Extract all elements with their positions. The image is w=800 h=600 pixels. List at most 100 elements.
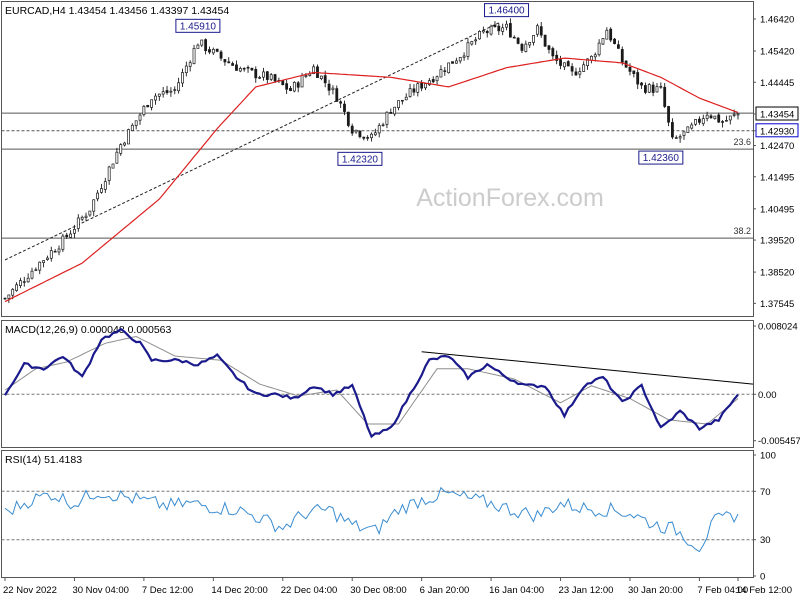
candle-body [377, 125, 381, 134]
candle [254, 66, 258, 83]
candle [96, 190, 99, 202]
x-tick-label: 23 Jan 12:00 [559, 585, 614, 596]
moving-average-line [4, 57, 739, 303]
candle-body [659, 86, 663, 88]
candle-body [690, 124, 694, 129]
candle [69, 230, 72, 239]
y-tick-label: 0.008024 [758, 322, 798, 333]
candle-body [192, 48, 196, 64]
candle [265, 71, 269, 84]
candle [501, 23, 505, 36]
candle [188, 60, 192, 72]
candle [154, 93, 157, 105]
candle-body [92, 199, 96, 212]
candle-body [57, 248, 61, 253]
watermark: ActionForex.com [416, 184, 604, 212]
candle [38, 261, 42, 275]
candle-body [200, 39, 204, 46]
candle [100, 183, 103, 194]
annotation-label: 1.45910 [180, 21, 217, 32]
candle-body [393, 106, 397, 115]
candle-body [412, 88, 416, 93]
candle [690, 122, 694, 130]
price-annotation: 1.42360 [638, 150, 684, 165]
candle [458, 56, 462, 64]
candle [447, 62, 451, 74]
candle-body [250, 67, 254, 71]
candle-body [439, 69, 443, 78]
candle-body [76, 217, 80, 229]
candle [609, 27, 613, 43]
candle [566, 60, 570, 67]
candle-body [339, 101, 343, 104]
candle-body [489, 25, 493, 35]
price-title: EURCAD,H4 1.43454 1.43456 1.43397 1.4345… [5, 5, 229, 17]
candle [655, 83, 659, 93]
macd-line [4, 327, 739, 439]
candle-body [566, 61, 570, 67]
candle-body [46, 257, 49, 260]
candle-body [196, 44, 200, 49]
candle-body [150, 99, 154, 108]
candle [88, 210, 92, 217]
candle-body [3, 297, 7, 300]
candle [250, 67, 254, 72]
candle-body [667, 106, 670, 123]
candle-body [323, 75, 327, 84]
x-tick-label: 7 Dec 12:00 [142, 585, 193, 596]
candle-body [547, 45, 551, 50]
price-annotation: 1.42320 [337, 151, 383, 166]
candle [354, 129, 358, 134]
x-tick-label: 6 Jan 20:00 [420, 585, 470, 596]
candle-body [34, 269, 38, 271]
candle [42, 260, 45, 268]
macd-trend-line [421, 351, 754, 385]
candle [397, 100, 400, 111]
candle [3, 297, 7, 300]
candle-body [292, 82, 296, 92]
candle-body [358, 130, 362, 138]
candle-body [53, 250, 57, 253]
y-tick-label: 100 [760, 451, 776, 462]
candle [80, 215, 84, 222]
candle [76, 214, 80, 232]
x-axis: 22 Nov 2022 30 Nov 04:00 7 Dec 12:00 14 Dec… [3, 577, 792, 596]
candle [169, 87, 173, 97]
candle [134, 120, 138, 130]
candle-body [15, 284, 18, 291]
candle-body [512, 36, 516, 39]
candle-body [319, 75, 323, 79]
candle-body [188, 62, 192, 67]
candle [103, 177, 107, 193]
candle-body [589, 55, 593, 61]
candle [200, 39, 204, 48]
candle-body [582, 64, 586, 72]
candle-body [304, 75, 308, 77]
candle-body [138, 114, 142, 121]
candle [632, 70, 636, 78]
y-tick-label: -0.005457 [758, 436, 800, 447]
candle [204, 38, 208, 55]
candle-body [84, 215, 88, 218]
candle [346, 111, 350, 128]
macd-panel: MACD(12,26,9) 0.000048 0.000563 0.008024… [1, 320, 800, 448]
candle [289, 86, 292, 92]
candle [215, 48, 219, 53]
annotation-label: 1.42360 [643, 153, 680, 164]
x-tick-label: 30 Nov 04:00 [72, 585, 129, 596]
candle-body [30, 270, 34, 279]
candle-body [408, 88, 412, 97]
candle [647, 82, 651, 94]
fib-label: 23.6 [733, 137, 751, 147]
candle [319, 75, 323, 81]
candle [454, 57, 458, 64]
candle-body [416, 83, 420, 93]
candle-body [713, 115, 717, 119]
x-tick-label: 22 Dec 04:00 [281, 585, 338, 596]
candle-body [400, 99, 404, 102]
candle-body [107, 166, 111, 181]
y-tick-label: 1.46420 [760, 14, 794, 25]
candle [339, 100, 343, 109]
candle [701, 114, 705, 127]
candle [119, 143, 123, 156]
